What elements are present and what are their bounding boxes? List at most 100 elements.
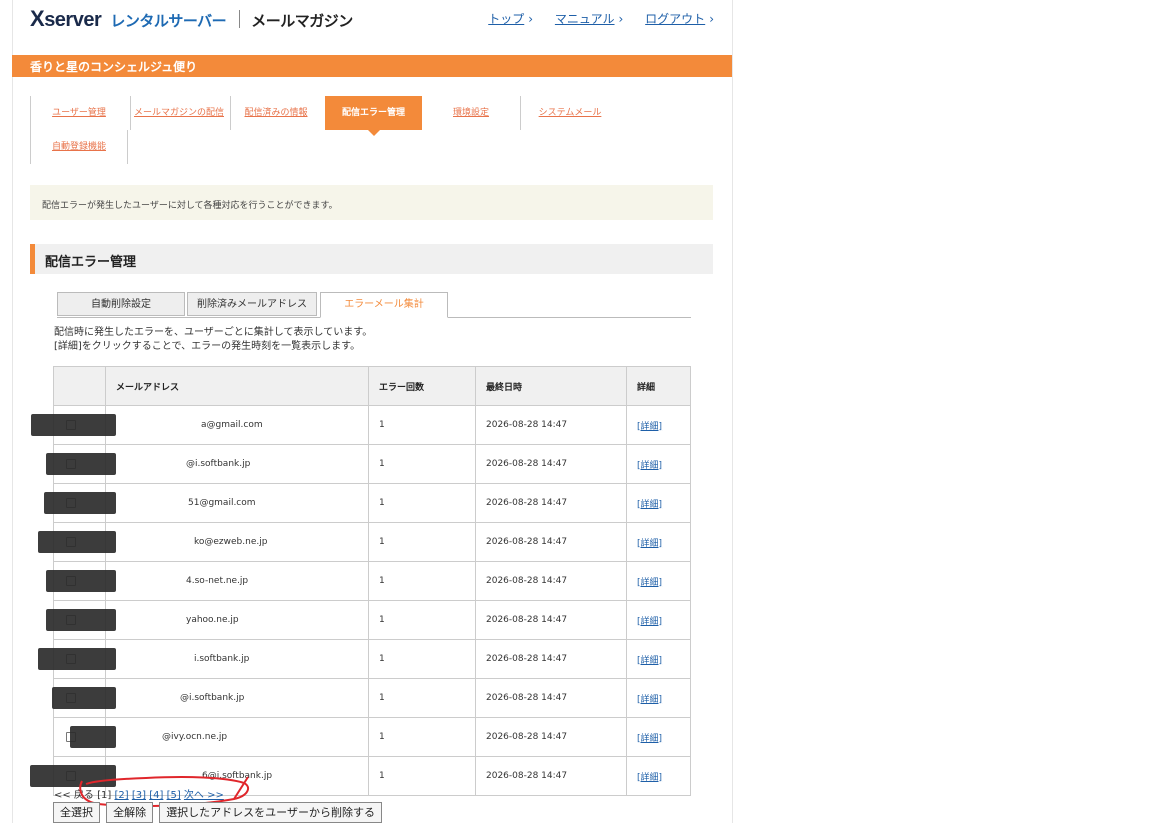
nav-item-settings[interactable]: 環境設定 [427, 96, 515, 130]
redaction-mask [46, 609, 116, 631]
redaction-mask [52, 687, 116, 709]
redaction-mask [46, 570, 116, 592]
select-all-button[interactable]: 全選択 [53, 802, 100, 823]
email-value: yahoo.ne.jp [46, 609, 239, 631]
nav-item-auto-register[interactable]: 自動登録機能 [30, 130, 128, 164]
detail-link[interactable]: [詳細] [637, 500, 662, 510]
table-row: @ivy.ocn.ne.jp 1 2026-08-28 14:47 [詳細] [53, 717, 691, 757]
table-row: 51@gmail.com 1 2026-08-28 14:47 [詳細] [44, 483, 691, 523]
section-title: 配信エラー管理 [45, 255, 137, 270]
email-cell: i.softbank.jp [38, 639, 369, 679]
nav-item-users[interactable]: ユーザー管理 [30, 96, 127, 130]
logo-separator [239, 10, 241, 28]
table-row: yahoo.ne.jp 1 2026-08-28 14:47 [詳細] [46, 600, 691, 640]
date-cell: 2026-08-28 14:47 [475, 561, 627, 601]
detail-cell: [詳細] [626, 600, 691, 640]
detail-cell: [詳細] [626, 444, 691, 484]
email-cell: ko@ezweb.ne.jp [38, 522, 369, 562]
nav-item-sent[interactable]: 配信済みの情報 [230, 96, 321, 130]
detail-cell: [詳細] [626, 678, 691, 718]
detail-link[interactable]: [詳細] [637, 773, 662, 783]
email-value: @ivy.ocn.ne.jp [70, 726, 227, 748]
redaction-mask [46, 453, 116, 475]
email-cell: a@gmail.com [31, 405, 369, 445]
detail-cell: [詳細] [626, 522, 691, 562]
email-value: ko@ezweb.ne.jp [38, 531, 267, 553]
redaction-mask [31, 414, 116, 436]
chevron-right-icon: › [618, 12, 624, 26]
action-buttons: 全選択 全解除 選択したアドレスをユーザーから削除する [53, 802, 383, 823]
header-email: メールアドレス [105, 366, 369, 406]
detail-link[interactable]: [詳細] [637, 734, 662, 744]
count-cell: 1 [368, 561, 476, 601]
detail-link[interactable]: [詳細] [637, 656, 662, 666]
info-box: 配信エラーが発生したユーザーに対して各種対応を行うことができます。 [30, 185, 713, 220]
chevron-right-icon: › [528, 12, 534, 26]
count-cell: 1 [368, 717, 476, 757]
count-cell: 1 [368, 639, 476, 679]
tab-auto-delete[interactable]: 自動削除設定 [57, 292, 185, 316]
redaction-mask [70, 726, 116, 748]
date-cell: 2026-08-28 14:47 [475, 522, 627, 562]
nav-item-send[interactable]: メールマガジンの配信 [130, 96, 227, 130]
redaction-mask [38, 648, 116, 670]
nav-item-system-mail[interactable]: システムメール [520, 96, 619, 130]
detail-cell: [詳細] [626, 483, 691, 523]
detail-link[interactable]: [詳細] [637, 695, 662, 705]
header-date: 最終日時 [475, 366, 627, 406]
section-heading: 配信エラー管理 [30, 244, 713, 274]
detail-link[interactable]: [詳細] [637, 578, 662, 588]
detail-cell: [詳細] [626, 405, 691, 445]
header-detail: 詳細 [626, 366, 691, 406]
detail-link[interactable]: [詳細] [637, 461, 662, 471]
logout-link[interactable]: ログアウト [645, 12, 705, 26]
email-cell: @i.softbank.jp [46, 444, 369, 484]
site-title: 香りと星のコンシェルジュ便り [30, 60, 198, 74]
detail-cell: [詳細] [626, 639, 691, 679]
tab-bar: 自動削除設定 削除済みメールアドレス エラーメール集計 [57, 291, 691, 318]
email-value: 51@gmail.com [44, 492, 256, 514]
top-links: トップ › マニュアル › ログアウト › [470, 10, 714, 27]
error-table: メールアドレス エラー回数 最終日時 詳細 a@gmail.com 1 2026-0… [30, 366, 691, 796]
header-checkbox-col [53, 366, 106, 406]
email-cell: @ivy.ocn.ne.jp [70, 717, 369, 757]
table-row: 4.so-net.ne.jp 1 2026-08-28 14:47 [詳細] [46, 561, 691, 601]
email-cell: @i.softbank.jp [52, 678, 369, 718]
count-cell: 1 [368, 678, 476, 718]
description: 配信時に発生したエラーを、ユーザーごとに集計して表示しています。 [詳細]をクリ… [54, 327, 373, 352]
top-link[interactable]: トップ [488, 12, 524, 26]
count-cell: 1 [368, 756, 476, 796]
email-value: a@gmail.com [31, 414, 263, 436]
count-cell: 1 [368, 483, 476, 523]
delete-selected-button[interactable]: 選択したアドレスをユーザーから削除する [159, 802, 382, 823]
detail-cell: [詳細] [626, 717, 691, 757]
header-count: エラー回数 [368, 366, 476, 406]
table-row: i.softbank.jp 1 2026-08-28 14:47 [詳細] [38, 639, 691, 679]
detail-link[interactable]: [詳細] [637, 539, 662, 549]
date-cell: 2026-08-28 14:47 [475, 756, 627, 796]
detail-link[interactable]: [詳細] [637, 617, 662, 627]
header: Xserver レンタルサーバー メールマガジン トップ › マニュアル › ログア… [30, 6, 720, 32]
deselect-all-button[interactable]: 全解除 [106, 802, 154, 823]
chevron-right-icon: › [709, 12, 714, 26]
redaction-mask [44, 492, 116, 514]
date-cell: 2026-08-28 14:47 [475, 444, 627, 484]
site-title-bar: 香りと星のコンシェルジュ便り [12, 55, 732, 77]
count-cell: 1 [368, 522, 476, 562]
nav-item-errors[interactable]: 配信エラー管理 [325, 96, 422, 136]
detail-link[interactable]: [詳細] [637, 422, 662, 432]
tab-error-summary[interactable]: エラーメール集計 [320, 292, 448, 318]
date-cell: 2026-08-28 14:47 [475, 717, 627, 757]
count-cell: 1 [368, 600, 476, 640]
email-value: i.softbank.jp [38, 648, 249, 670]
email-value: @i.softbank.jp [46, 453, 250, 475]
date-cell: 2026-08-28 14:47 [475, 405, 627, 445]
email-cell: yahoo.ne.jp [46, 600, 369, 640]
manual-link[interactable]: マニュアル [555, 12, 615, 26]
tab-deleted-addresses[interactable]: 削除済みメールアドレス [187, 292, 317, 316]
count-cell: 1 [368, 444, 476, 484]
email-value: @i.softbank.jp [52, 687, 244, 709]
email-value: 4.so-net.ne.jp [46, 570, 248, 592]
logo[interactable]: Xserver レンタルサーバー メールマガジン [30, 6, 353, 32]
date-cell: 2026-08-28 14:47 [475, 678, 627, 718]
